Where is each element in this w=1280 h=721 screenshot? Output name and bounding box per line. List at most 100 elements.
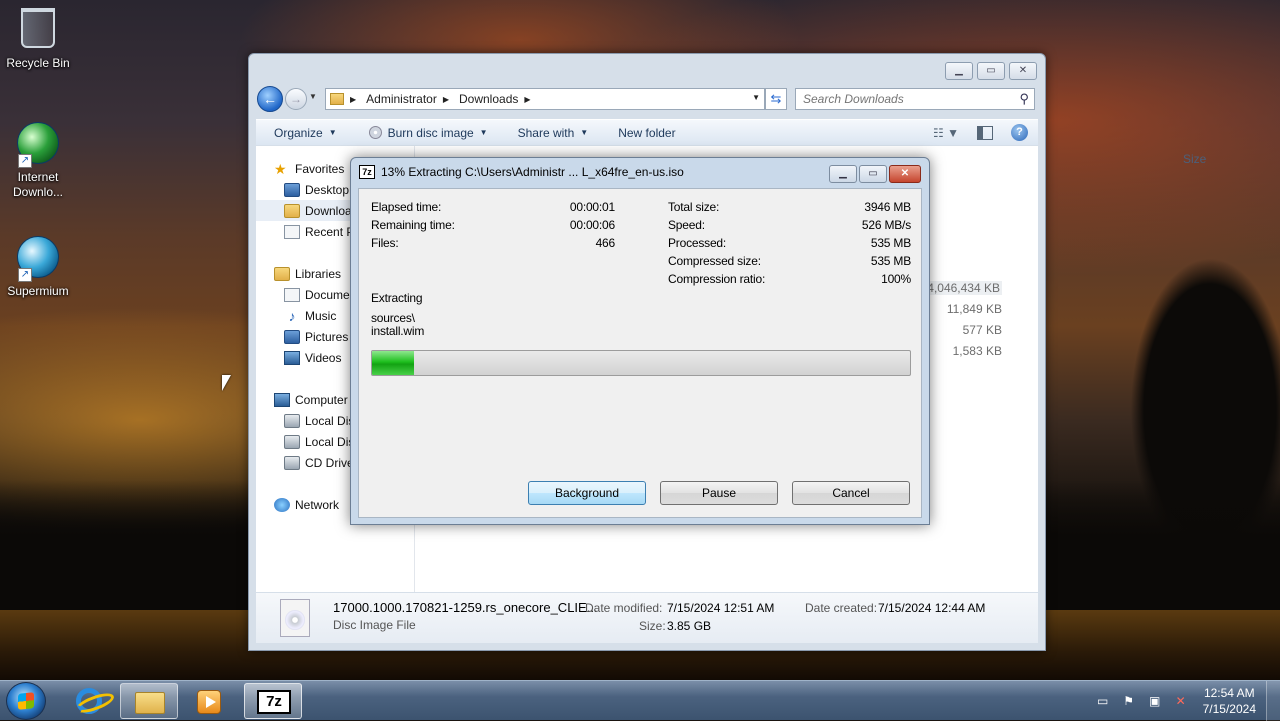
new-folder-button[interactable]: New folder xyxy=(618,126,675,140)
recycle-bin-icon xyxy=(16,8,60,52)
nav-music[interactable]: ♪ Music xyxy=(284,305,337,326)
volume-muted-icon[interactable]: ✕ xyxy=(1173,694,1189,708)
desktop-icon-internet-download-manager[interactable]: ↗ Internet Downlo... xyxy=(0,122,76,200)
pictures-icon xyxy=(284,329,300,344)
mouse-cursor-icon xyxy=(222,375,231,391)
keyboard-icon[interactable]: ▭ xyxy=(1095,694,1111,708)
media-player-icon xyxy=(197,690,221,714)
videos-icon xyxy=(284,350,300,365)
documents-icon xyxy=(284,287,300,302)
remaining-time-value: 00:00:06 xyxy=(569,218,615,232)
compressed-size-label: Compressed size: xyxy=(668,254,761,268)
address-dropdown-icon[interactable]: ▼ xyxy=(752,93,760,102)
desktop-icon xyxy=(284,182,300,197)
desktop-icon-supermium[interactable]: ↗ Supermium xyxy=(0,236,76,298)
details-file-name: 17000.1000.170821-1259.rs_onecore_CLIE..… xyxy=(333,600,598,615)
breadcrumb-administrator[interactable]: Administrator xyxy=(366,92,437,106)
size-value: 3.85 GB xyxy=(667,619,712,633)
compression-ratio-label: Compression ratio: xyxy=(668,272,766,286)
total-size-label: Total size: xyxy=(668,200,720,214)
size-label: Size: xyxy=(639,619,666,633)
close-button[interactable]: ✕ xyxy=(889,165,921,183)
file-size: 1,583 KB xyxy=(952,344,1002,358)
nav-desktop[interactable]: Desktop xyxy=(284,179,349,200)
nav-network[interactable]: Network xyxy=(274,494,339,515)
preview-pane-icon[interactable] xyxy=(977,125,993,140)
maximize-button[interactable]: ▭ xyxy=(977,62,1005,80)
extract-progress-dialog: 7z 13% Extracting C:\Users\Administr ...… xyxy=(350,157,930,525)
date-modified-value: 7/15/2024 12:51 AM xyxy=(667,601,775,615)
system-tray: ▭ ⚑ ▣ ✕ 12:54 AM 7/15/2024 xyxy=(1095,681,1280,721)
minimize-button[interactable]: ▁ xyxy=(945,62,973,80)
taskbar-windows-explorer[interactable] xyxy=(120,683,178,719)
back-button[interactable]: ← xyxy=(257,86,283,112)
local-disk-icon xyxy=(284,413,300,428)
help-icon[interactable]: ? xyxy=(1011,124,1028,141)
desktop-icon-label: Recycle Bin xyxy=(6,56,70,70)
files-label: Files: xyxy=(371,236,399,250)
pause-button[interactable]: Pause xyxy=(660,481,778,505)
clock-time: 12:54 AM xyxy=(1203,686,1255,700)
nav-pictures[interactable]: Pictures xyxy=(284,326,348,347)
share-with-button[interactable]: Share with ▼ xyxy=(518,126,589,140)
show-desktop-button[interactable] xyxy=(1266,681,1280,721)
recent-pages-dropdown[interactable]: ▼ xyxy=(309,92,317,101)
clock[interactable]: 12:54 AM 7/15/2024 xyxy=(1203,685,1256,717)
nav-local-disk-c[interactable]: Local Dis xyxy=(284,410,354,431)
nav-favorites[interactable]: ★ Favorites xyxy=(274,158,344,179)
taskbar-7zip[interactable]: 7z xyxy=(244,683,302,719)
total-size-value: 3946 MB xyxy=(864,200,911,214)
forward-button[interactable]: → xyxy=(285,88,307,110)
breadcrumb-separator-icon: ▶ xyxy=(350,94,357,104)
search-box[interactable]: ⚲ xyxy=(795,88,1035,110)
disc-image-file-icon xyxy=(280,599,310,637)
breadcrumb-downloads[interactable]: Downloads xyxy=(459,92,518,106)
supermium-icon: ↗ xyxy=(16,236,60,282)
taskbar: 7z ▭ ⚑ ▣ ✕ 12:54 AM 7/15/2024 xyxy=(0,680,1280,721)
file-size: 11,849 KB xyxy=(946,302,1002,316)
nav-libraries[interactable]: Libraries xyxy=(274,263,341,284)
burn-disc-image-button[interactable]: Burn disc image ▼ xyxy=(368,126,488,140)
action-center-flag-icon[interactable]: ⚑ xyxy=(1121,694,1137,708)
maximize-button[interactable]: ▭ xyxy=(859,165,887,183)
network-status-icon[interactable]: ▣ xyxy=(1147,694,1163,708)
remaining-time-label: Remaining time: xyxy=(371,218,455,232)
start-button[interactable] xyxy=(6,682,46,720)
operation-status: Extracting xyxy=(371,291,423,305)
address-bar[interactable]: ▶ Administrator ▶ Downloads ▶ ▼ xyxy=(325,88,765,110)
nav-computer[interactable]: Computer xyxy=(274,389,348,410)
breadcrumb-separator-icon: ▶ xyxy=(442,94,449,104)
7zip-icon: 7z xyxy=(257,690,291,714)
command-bar: Organize ▼ Burn disc image ▼ Share with ▼ N… xyxy=(256,119,1038,145)
desktop-icon-label: Internet Downlo... xyxy=(12,170,64,199)
refresh-button[interactable]: ⇆ xyxy=(765,88,787,110)
dialog-title: 13% Extracting C:\Users\Administr ... L_… xyxy=(381,165,684,179)
search-icon: ⚲ xyxy=(1019,91,1029,106)
recent-places-icon xyxy=(284,224,300,239)
details-file-type: Disc Image File xyxy=(333,618,416,632)
7zip-icon: 7z xyxy=(359,165,375,179)
nav-documents[interactable]: Docume xyxy=(284,284,350,305)
computer-icon xyxy=(274,392,290,407)
taskbar-internet-explorer[interactable] xyxy=(60,683,118,719)
nav-videos[interactable]: Videos xyxy=(284,347,341,368)
column-header-size[interactable]: Size xyxy=(1183,152,1206,166)
organize-button[interactable]: Organize ▼ xyxy=(274,126,337,140)
nav-cd-drive[interactable]: CD Drive xyxy=(284,452,354,473)
taskbar-media-player[interactable] xyxy=(181,683,239,719)
close-button[interactable]: ✕ xyxy=(1009,62,1037,80)
view-options-icon[interactable]: ☷ ▼ xyxy=(933,126,959,140)
speed-label: Speed: xyxy=(668,218,705,232)
background-button[interactable]: Background xyxy=(528,481,646,505)
nav-recent-places[interactable]: Recent P xyxy=(284,221,354,242)
speed-value: 526 MB/s xyxy=(861,218,911,232)
search-input[interactable] xyxy=(796,89,1006,109)
downloads-folder-icon xyxy=(284,203,300,218)
network-icon xyxy=(274,497,290,512)
cd-drive-icon xyxy=(284,455,300,470)
cancel-button[interactable]: Cancel xyxy=(792,481,910,505)
dialog-body: Elapsed time: 00:00:01 Remaining time: 0… xyxy=(358,188,922,518)
desktop-icon-recycle-bin[interactable]: Recycle Bin xyxy=(0,8,76,70)
minimize-button[interactable]: ▁ xyxy=(829,165,857,183)
nav-local-disk-d[interactable]: Local Dis xyxy=(284,431,354,452)
